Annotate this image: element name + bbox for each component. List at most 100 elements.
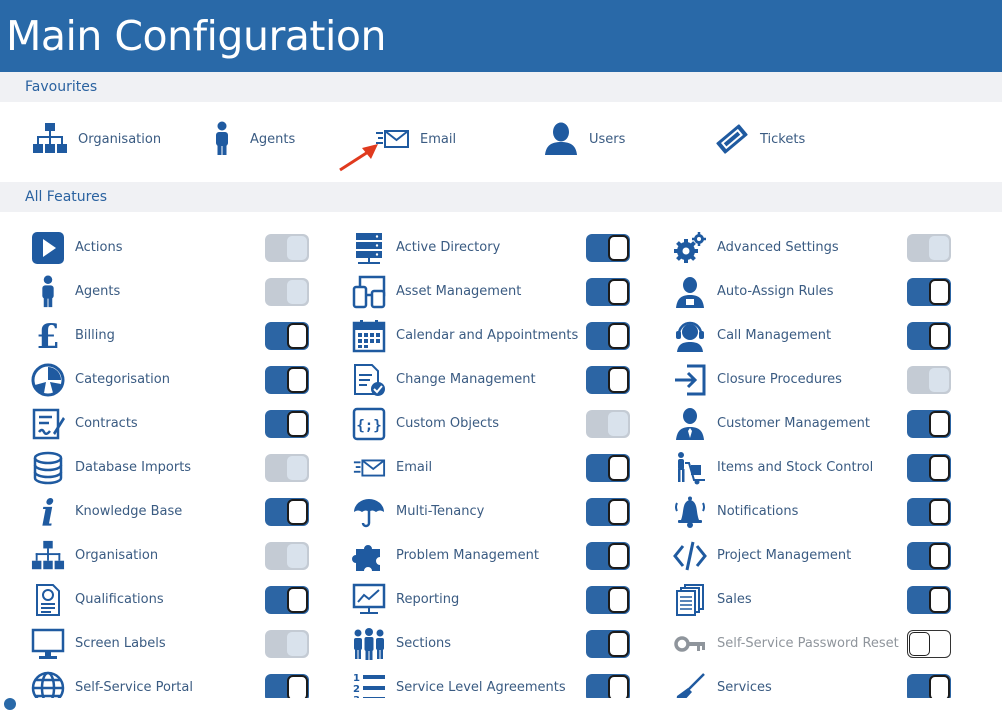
feature-label: Categorisation (75, 372, 170, 387)
info-icon: i (30, 494, 66, 530)
feature-toggle[interactable] (586, 586, 630, 614)
database-icon (30, 450, 66, 486)
feature-sales: Sales (642, 578, 963, 622)
feature-toggle[interactable] (586, 322, 630, 350)
feature-label: Email (396, 460, 433, 475)
feature-toggle[interactable] (586, 630, 630, 658)
feature-auto-assign-rules: Auto-Assign Rules (642, 270, 963, 314)
ticket-icon (712, 119, 752, 159)
svg-text:i: i (41, 495, 55, 529)
feature-label: Reporting (396, 592, 460, 607)
favourite-users[interactable]: Users (541, 103, 625, 175)
feature-label: Closure Procedures (717, 372, 842, 387)
calendar-icon (351, 318, 387, 354)
feature-toggle[interactable] (907, 366, 951, 394)
feature-label: Auto-Assign Rules (717, 284, 834, 299)
title-bar: Main Configuration (0, 0, 1002, 72)
favourite-label: Users (589, 131, 626, 147)
numbered-list-icon: 123 (351, 670, 387, 698)
all-features-header: All Features (0, 182, 1002, 212)
feature-reporting: Reporting (321, 578, 642, 622)
headset-icon (672, 318, 708, 354)
feature-toggle[interactable] (586, 234, 630, 262)
favourite-tickets[interactable]: Tickets (712, 103, 805, 175)
favourite-label: Tickets (760, 131, 806, 147)
feature-toggle[interactable] (907, 630, 951, 658)
feature-toggle[interactable] (586, 366, 630, 394)
feature-label: Project Management (717, 548, 852, 563)
feature-toggle[interactable] (265, 234, 309, 262)
code-tags-icon (672, 538, 708, 574)
key-icon (672, 626, 708, 662)
feature-toggle[interactable] (586, 498, 630, 526)
feature-knowledge-base: i Knowledge Base (0, 490, 321, 534)
feature-self-service-portal: Self-Service Portal (0, 666, 321, 698)
page-title: Main Configuration (6, 12, 386, 60)
feature-toggle[interactable] (265, 586, 309, 614)
monitor-icon (30, 626, 66, 662)
feature-toggle[interactable] (907, 454, 951, 482)
feature-label: Active Directory (396, 240, 501, 255)
feature-label: Notifications (717, 504, 799, 519)
feature-toggle[interactable] (265, 542, 309, 570)
feature-services: Services (642, 666, 963, 698)
feature-toggle[interactable] (586, 278, 630, 306)
feature-advanced-settings: Advanced Settings (642, 226, 963, 270)
favourites-row: Organisation Agents Email Users Tickets (0, 103, 1002, 183)
feature-toggle[interactable] (586, 454, 630, 482)
feature-toggle[interactable] (907, 322, 951, 350)
feature-actions: Actions (0, 226, 321, 270)
feature-label: Contracts (75, 416, 138, 431)
certificate-icon (30, 582, 66, 618)
feature-toggle[interactable] (907, 410, 951, 438)
pointer-arrow-icon (339, 144, 378, 172)
feature-toggle[interactable] (907, 234, 951, 262)
feature-toggle[interactable] (265, 410, 309, 438)
favourite-email[interactable]: Email (372, 103, 456, 175)
favourite-agents[interactable]: Agents (202, 103, 295, 175)
feature-label: Sections (396, 636, 452, 651)
feature-toggle[interactable] (907, 498, 951, 526)
feature-closure-procedures: Closure Procedures (642, 358, 963, 402)
feature-toggle[interactable] (907, 542, 951, 570)
feature-label: Agents (75, 284, 121, 299)
email-icon (351, 450, 387, 486)
bell-icon (672, 494, 708, 530)
feature-grid: Actions Agents £ Billing Categorisation … (0, 226, 1002, 698)
org-chart-icon (30, 538, 66, 574)
feature-toggle[interactable] (586, 674, 630, 698)
favourites-header: Favourites (0, 72, 1002, 102)
svg-text:3: 3 (353, 695, 360, 698)
feature-toggle[interactable] (265, 630, 309, 658)
feature-label: Screen Labels (75, 636, 166, 651)
feature-billing: £ Billing (0, 314, 321, 358)
document-check-icon (351, 362, 387, 398)
feature-toggle[interactable] (907, 278, 951, 306)
pound-icon: £ (30, 318, 66, 354)
svg-text:2: 2 (353, 684, 360, 695)
feature-toggle[interactable] (265, 278, 309, 306)
feature-label: Self-Service Portal (75, 680, 193, 695)
feature-toggle[interactable] (265, 674, 309, 698)
feature-toggle[interactable] (586, 410, 630, 438)
feature-label: Services (717, 680, 772, 695)
feature-toggle[interactable] (265, 322, 309, 350)
favourite-organisation[interactable]: Organisation (30, 103, 161, 175)
help-icon[interactable] (4, 698, 16, 710)
feature-service-level-agreements: 123 Service Level Agreements (321, 666, 642, 698)
feature-label: Database Imports (75, 460, 192, 475)
feature-toggle[interactable] (586, 542, 630, 570)
feature-label: Advanced Settings (717, 240, 839, 255)
feature-toggle[interactable] (907, 674, 951, 698)
feature-label: Qualifications (75, 592, 164, 607)
puzzle-icon (351, 538, 387, 574)
server-icon (351, 230, 387, 266)
feature-screen-labels: Screen Labels (0, 622, 321, 666)
chart-board-icon (351, 582, 387, 618)
feature-toggle[interactable] (265, 498, 309, 526)
feature-toggle[interactable] (907, 586, 951, 614)
feature-toggle[interactable] (265, 366, 309, 394)
feature-self-service-password-reset: Self-Service Password Reset (642, 622, 963, 666)
feature-toggle[interactable] (265, 454, 309, 482)
exit-icon (672, 362, 708, 398)
